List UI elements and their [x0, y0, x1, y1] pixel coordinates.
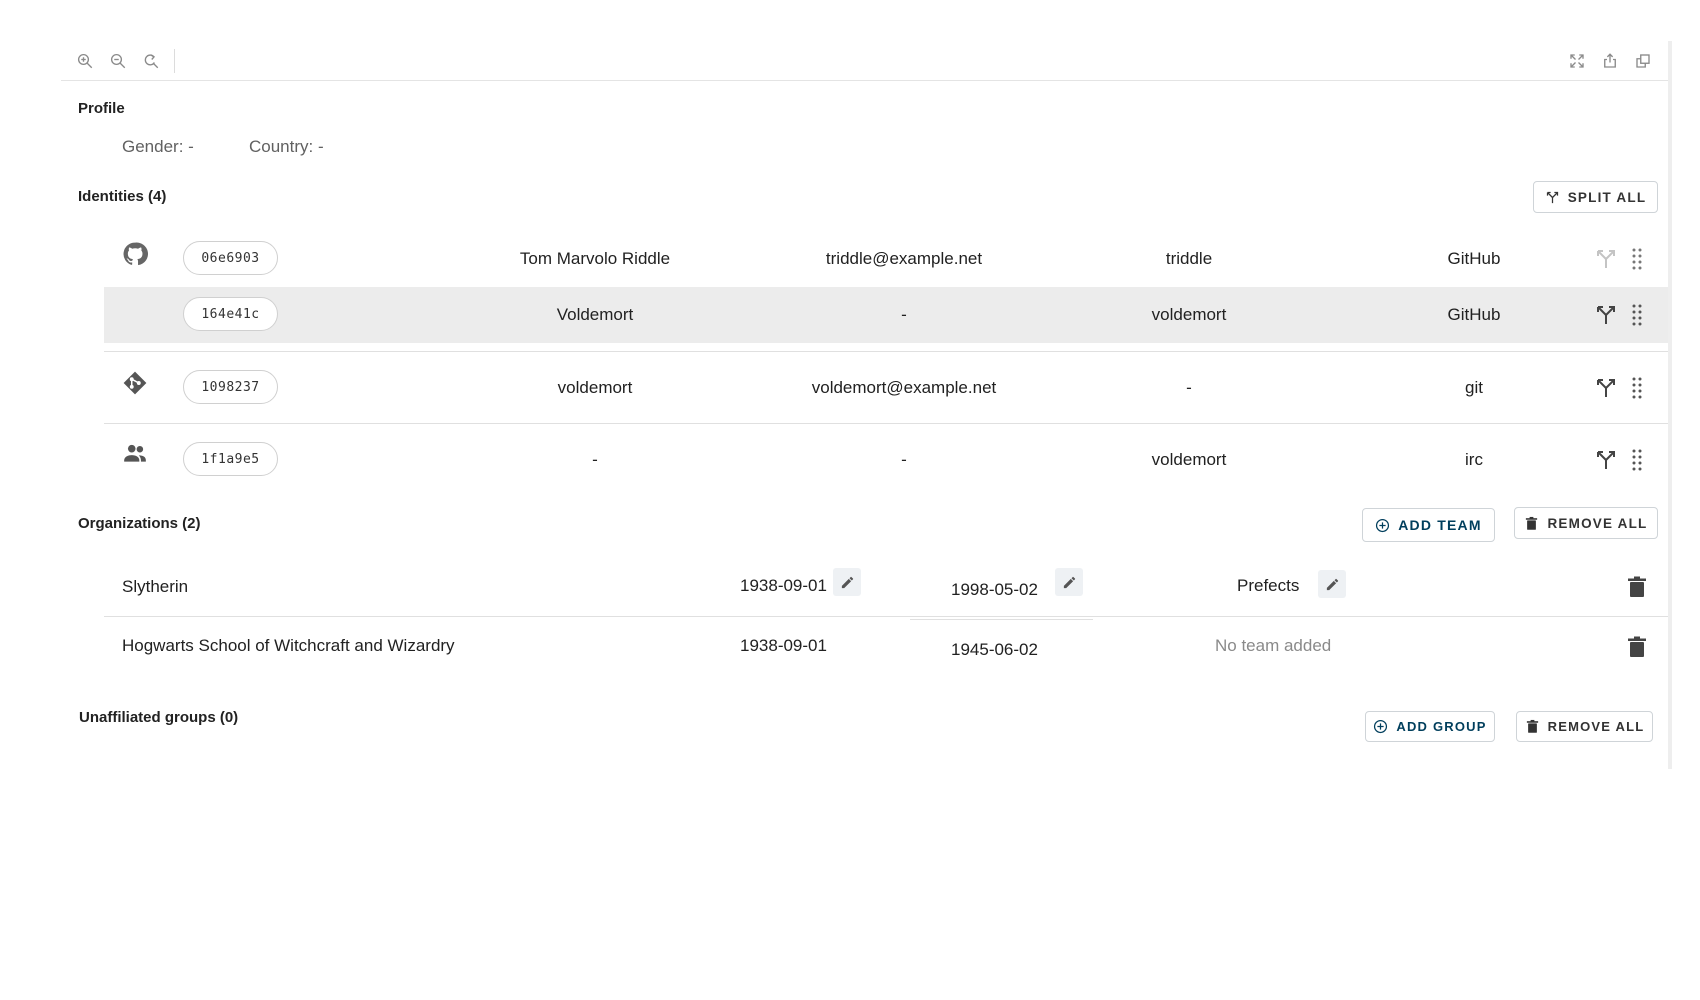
- identity-email: -: [901, 305, 907, 324]
- trash-icon[interactable]: [1625, 575, 1649, 599]
- drag-handle-icon[interactable]: [1630, 303, 1644, 327]
- identity-username: triddle: [1165, 249, 1213, 268]
- edit-start-date-button[interactable]: [833, 568, 861, 596]
- identity-uuid[interactable]: 06e6903: [183, 241, 278, 275]
- enrollment-end-date: 1945-06-02: [951, 640, 1038, 659]
- add-team-button[interactable]: ADD TEAM: [1362, 508, 1495, 542]
- pencil-icon: [1326, 578, 1338, 590]
- identity-name: Voldemort: [556, 305, 634, 324]
- reset-zoom-icon[interactable]: [140, 50, 162, 72]
- identity-source: git: [1465, 378, 1483, 397]
- profile-title: Profile: [78, 100, 125, 117]
- identity-row: 06e6903 Tom Marvolo Riddle triddle@examp…: [104, 231, 1668, 287]
- identity-username: voldemort: [1151, 450, 1227, 469]
- team-name: No team added: [1215, 636, 1332, 655]
- identity-name: -: [592, 450, 598, 469]
- identity-source: GitHub: [1447, 249, 1501, 268]
- identities-title: Identities (4): [78, 188, 167, 205]
- identity-uuid[interactable]: 1098237: [183, 370, 278, 404]
- panel-scrollbar[interactable]: [1668, 41, 1672, 769]
- add-team-label: ADD TEAM: [1398, 517, 1482, 533]
- remove-all-label: REMOVE ALL: [1547, 515, 1648, 531]
- edit-team-button[interactable]: [1318, 570, 1346, 598]
- split-icon[interactable]: [1594, 247, 1618, 271]
- enrollment-end-date: 1998-05-02: [951, 580, 1038, 599]
- trash-icon[interactable]: [1625, 635, 1649, 659]
- add-group-label: ADD GROUP: [1396, 719, 1487, 734]
- add-circle-icon: [1376, 518, 1390, 532]
- split-icon[interactable]: [1594, 448, 1618, 472]
- identity-uuid[interactable]: 1f1a9e5: [183, 442, 278, 476]
- github-icon: [122, 241, 148, 267]
- identity-username: voldemort: [1151, 305, 1227, 324]
- groups-title: Unaffiliated groups (0): [79, 709, 239, 726]
- identity-email: voldemort@example.net: [811, 378, 997, 397]
- enrollment-start-date: 1938-09-01: [740, 576, 827, 595]
- export-icon[interactable]: [1599, 50, 1621, 72]
- add-group-button[interactable]: ADD GROUP: [1365, 711, 1495, 742]
- enrollment-start-date: 1938-09-01: [740, 636, 827, 655]
- split-icon: [1546, 191, 1558, 203]
- identity-source: GitHub: [1447, 305, 1501, 324]
- country-field: Country: -: [249, 137, 324, 156]
- split-all-label: SPLIT ALL: [1567, 189, 1647, 205]
- identity-name: Tom Marvolo Riddle: [519, 249, 671, 268]
- drag-handle-icon[interactable]: [1630, 376, 1644, 400]
- copy-icon[interactable]: [1632, 50, 1654, 72]
- organizations-title: Organizations (2): [78, 515, 201, 532]
- identity-source: irc: [1465, 450, 1483, 469]
- identity-row: 1f1a9e5 - - voldemort irc: [104, 423, 1668, 495]
- identity-row: 164e41c Voldemort - voldemort GitHub: [104, 287, 1668, 343]
- chart-toolbar: [61, 41, 1668, 81]
- drag-handle-icon[interactable]: [1630, 448, 1644, 472]
- pencil-icon: [1063, 576, 1075, 588]
- identity-name: voldemort: [557, 378, 633, 397]
- pencil-icon: [841, 576, 853, 588]
- zoom-in-icon[interactable]: [74, 50, 96, 72]
- add-circle-icon: [1374, 719, 1388, 734]
- identity-email: -: [901, 450, 907, 469]
- organization-row: Slytherin 1938-09-01 1998-05-02 Prefects: [104, 558, 1668, 616]
- fullscreen-icon[interactable]: [1566, 50, 1588, 72]
- gender-field: Gender: -: [122, 137, 194, 156]
- toolbar-divider: [174, 49, 175, 73]
- identity-email: triddle@example.net: [825, 249, 983, 268]
- identity-uuid[interactable]: 164e41c: [183, 297, 278, 331]
- edit-end-date-button[interactable]: [1055, 568, 1083, 596]
- organization-name: Slytherin: [122, 577, 189, 596]
- team-name: Prefects: [1237, 576, 1300, 595]
- organization-name: Hogwarts School of Witchcraft and Wizard…: [122, 636, 455, 655]
- git-icon: [122, 370, 148, 396]
- trash-icon: [1526, 719, 1538, 733]
- remove-all-groups-button[interactable]: REMOVE ALL: [1516, 711, 1653, 742]
- remove-all-orgs-button[interactable]: REMOVE ALL: [1514, 507, 1658, 539]
- trash-icon: [1526, 516, 1538, 530]
- split-icon[interactable]: [1594, 303, 1618, 327]
- people-icon: [122, 440, 148, 466]
- organization-row: Hogwarts School of Witchcraft and Wizard…: [104, 616, 1668, 674]
- drag-handle-icon[interactable]: [1630, 247, 1644, 271]
- zoom-out-icon[interactable]: [107, 50, 129, 72]
- identity-row: 1098237 voldemort voldemort@example.net …: [104, 351, 1668, 423]
- identity-username: -: [1186, 378, 1192, 397]
- split-all-button[interactable]: SPLIT ALL: [1533, 181, 1658, 213]
- remove-all-label: REMOVE ALL: [1547, 719, 1645, 734]
- split-icon[interactable]: [1594, 376, 1618, 400]
